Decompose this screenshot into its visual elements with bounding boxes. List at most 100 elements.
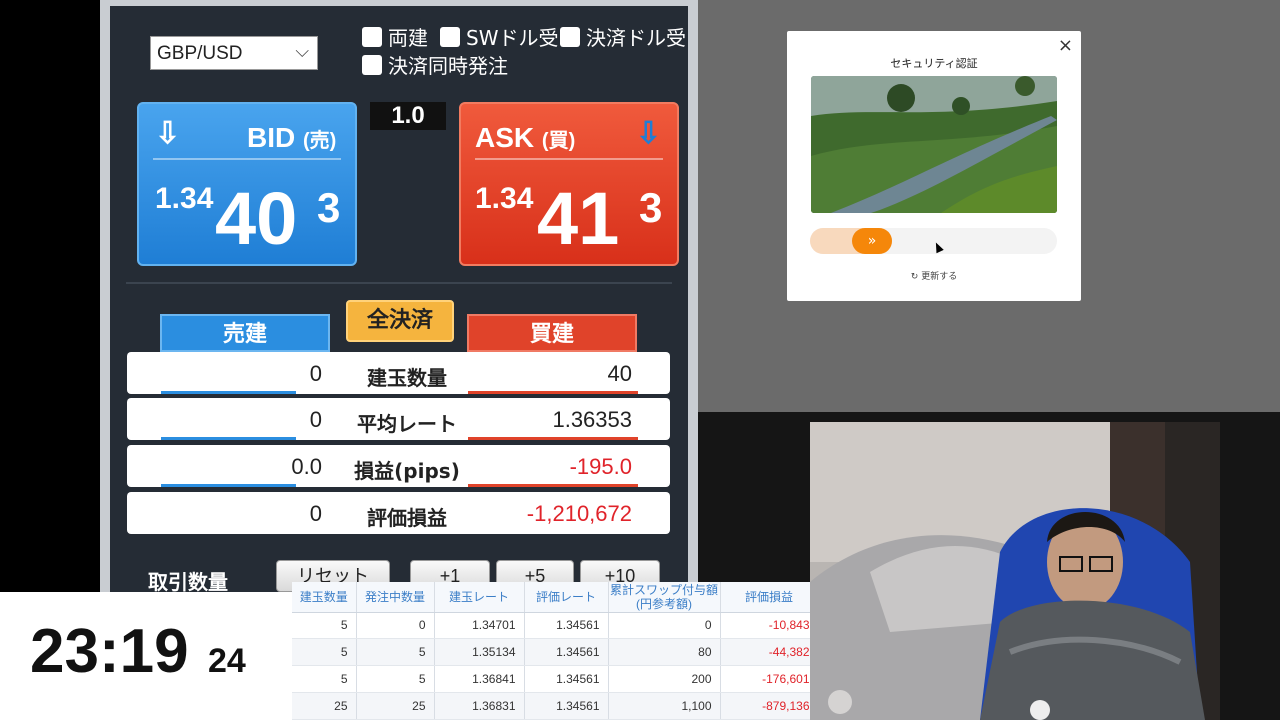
close-all-button[interactable]: 全決済 [346,300,454,342]
table-row[interactable]: 5 5 1.36841 1.34561 200 -176,601 0 [292,665,827,694]
sell-value: 0 [309,501,322,526]
section-divider [126,282,672,284]
captcha-refresh-link[interactable]: ↻ 更新する [787,269,1081,282]
buy-value: -195.0 [569,454,632,479]
captcha-puzzle-image [811,76,1057,213]
col-header-swap[interactable]: 累計スワップ付与額 (円参考額) [608,582,721,613]
cell: 25 [292,692,357,720]
ask-buy-button[interactable]: ASK (買) ⇩ 1.34 41 3 [459,102,679,266]
arrow-down-icon: ⇩ [635,117,661,150]
col-header-eval-rate[interactable]: 評価レート [524,582,609,613]
currency-pair-select[interactable]: GBP/USD ⌵ [150,36,318,70]
double-chevron-right-icon: » [867,233,877,249]
tab-buy-positions[interactable]: 買建 [467,314,637,352]
checkbox-box[interactable] [440,26,460,47]
checkbox-sw-dollar[interactable]: SWドル受 [440,22,558,51]
sell-underline [161,484,296,487]
cell: 0 [356,612,435,640]
checkbox-box[interactable] [560,26,580,47]
bid-header: ⇩ BID (売) [153,114,341,160]
cell: 80 [608,638,721,667]
buy-value: -1,210,672 [526,501,632,526]
cell: 1.36841 [434,665,525,694]
row-label: 平均レート [357,412,457,436]
bid-price-prefix: 1.34 [155,182,214,215]
ask-price-pip: 3 [639,184,663,231]
row-label: 損益(pips) [354,459,460,483]
currency-pair-value: GBP/USD [157,43,243,64]
refresh-label: 更新する [921,272,958,282]
cell: 5 [292,638,357,667]
checkbox-settle-dollar[interactable]: 決済ドル受 [560,22,686,51]
sell-value: 0.0 [291,454,322,479]
captcha-title: セキュリティ認証 [890,57,978,70]
col-header-quantity[interactable]: 建玉数量 [292,582,357,613]
col-header-open-rate[interactable]: 建玉レート [434,582,525,613]
cell: -176,601 [720,665,819,694]
cell: 1.34701 [434,612,525,640]
summary-row-avg-rate: 0 平均レート 1.36353 [127,398,670,440]
bid-price-big: 40 [215,177,298,260]
checkbox-label: 決済同時発注 [388,54,508,78]
sell-value: 0 [309,361,322,386]
clock-seconds: 24 [208,642,246,680]
spread-value: 1.0 [370,102,446,130]
checkbox-label: SWドル受 [466,26,559,50]
cell: 1.34561 [524,638,609,667]
cell: 5 [292,665,357,694]
table-row[interactable]: 5 0 1.34701 1.34561 0 -10,843 0 [292,612,827,640]
col-header-pl[interactable]: 評価損益 [720,582,819,613]
table-row[interactable]: 25 25 1.36831 1.34561 1,100 -879,136 0 [292,692,827,720]
cell: 1,100 [608,692,721,720]
checkbox-box[interactable] [362,26,382,47]
col-header-swap-label: 累計スワップ付与額 (円参考額) [609,582,718,611]
ask-price-big: 41 [537,177,620,260]
cell: 0 [608,612,721,640]
arrow-down-icon: ⇩ [155,117,181,150]
ask-header: ASK (買) ⇩ [475,114,663,160]
cell: 1.34561 [524,665,609,694]
tab-sell-positions[interactable]: 売建 [160,314,330,352]
table-row[interactable]: 5 5 1.35134 1.34561 80 -44,382 0 [292,638,827,667]
cell: 200 [608,665,721,694]
cell: -44,382 [720,638,819,667]
col-header-pending[interactable]: 発注中数量 [356,582,435,613]
cell: 5 [292,612,357,640]
checkbox-label: 両建 [388,26,428,50]
captcha-slider-track[interactable]: » [810,228,1057,254]
buy-value: 40 [607,361,632,386]
checkbox-box[interactable] [362,54,382,75]
chevron-down-icon: ⌵ [295,41,309,61]
buy-value: 1.36353 [552,407,632,432]
cell: 1.36831 [434,692,525,720]
security-captcha-dialog: セキュリティ認証 × » ↻ 更新する [787,31,1081,301]
row-label: 建玉数量 [367,366,447,390]
bid-sell-button[interactable]: ⇩ BID (売) 1.34 40 3 [137,102,357,266]
cell: 1.34561 [524,612,609,640]
refresh-icon: ↻ [910,272,919,282]
cell: -10,843 [720,612,819,640]
table-header-row: 建玉数量 発注中数量 建玉レート 評価レート 累計スワップ付与額 (円参考額) … [292,582,831,613]
row-label: 評価損益 [367,506,447,530]
captcha-slider-handle[interactable]: » [852,228,892,254]
sell-underline [161,437,296,440]
cell: -879,136 [720,692,819,720]
cell: 5 [356,638,435,667]
sell-underline [161,391,296,394]
summary-row-valuation: 0 評価損益 -1,210,672 [127,492,670,534]
close-icon[interactable]: × [1058,35,1073,56]
checkbox-simultaneous-order[interactable]: 決済同時発注 [362,50,508,79]
checkbox-hedge[interactable]: 両建 [362,22,428,51]
trade-quantity-label: 取引数量 [148,570,228,594]
cell: 1.34561 [524,692,609,720]
ask-price-prefix: 1.34 [475,182,534,215]
ask-label: ASK (買) [475,122,576,153]
clock-time: 23:19 [30,617,189,686]
clock-overlay: 23:19 24 [0,592,292,720]
positions-table: 建玉数量 発注中数量 建玉レート 評価レート 累計スワップ付与額 (円参考額) … [292,582,831,720]
summary-row-quantity: 0 建玉数量 40 [127,352,670,394]
bid-price-pip: 3 [317,184,341,231]
webcam-feed [810,422,1220,720]
buy-underline [468,391,638,394]
summary-row-pips: 0.0 損益(pips) -195.0 [127,445,670,487]
